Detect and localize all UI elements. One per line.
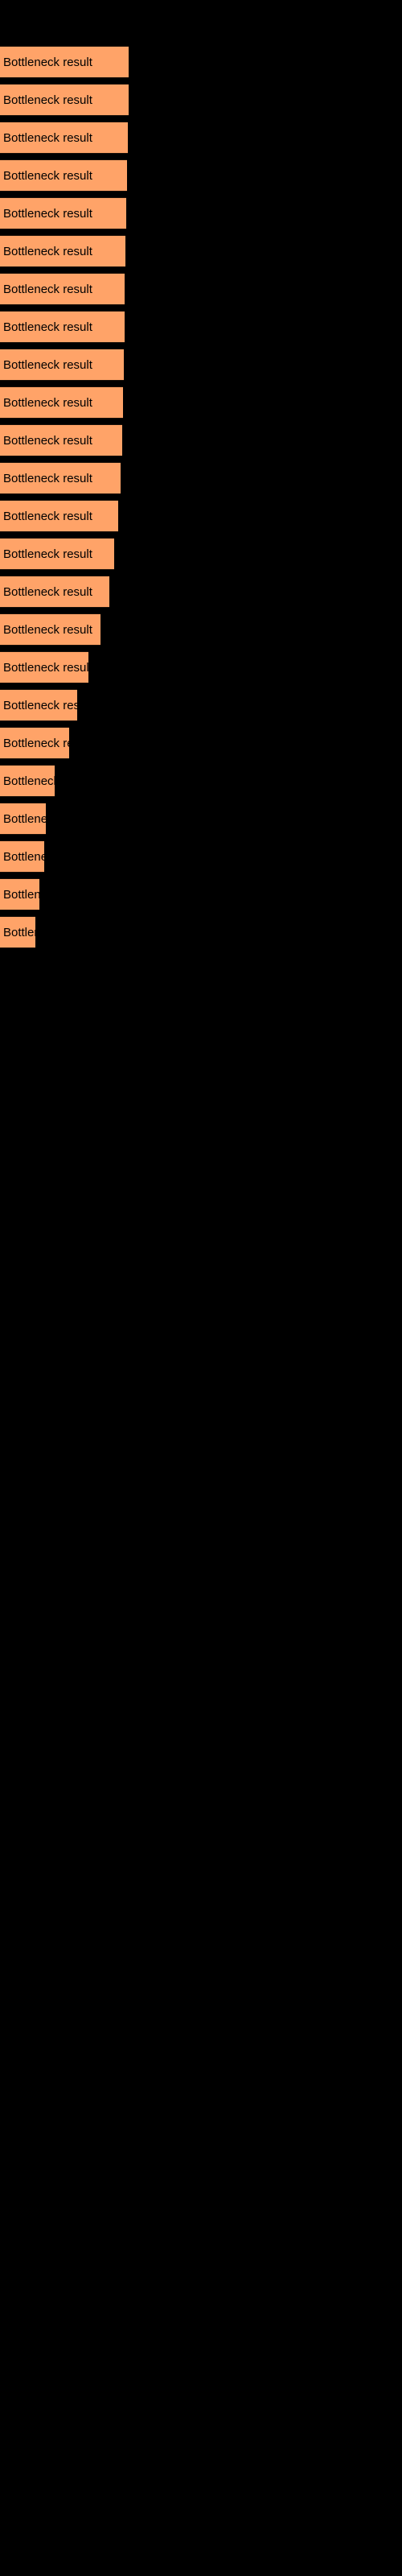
bar[interactable]: Bottleneck result xyxy=(0,538,114,570)
bar-label: Bottleneck result xyxy=(3,358,92,372)
bar[interactable]: Bottleneck result xyxy=(0,613,100,646)
bar[interactable]: Bottleneck result xyxy=(0,46,129,78)
bar-label: Bottleneck result xyxy=(3,661,88,675)
bar-label: Bottleneck result xyxy=(3,131,92,145)
bar-label: Bottleneck result xyxy=(3,434,92,448)
bar-label: Bottleneck result xyxy=(3,207,92,221)
bar-label: Bottleneck result xyxy=(3,93,92,107)
bar[interactable]: Bottleneck result xyxy=(0,349,124,381)
bar-label: Bottleneck result xyxy=(3,888,39,902)
bar[interactable]: Bottleneck result xyxy=(0,386,123,419)
bar-label: Bottleneck result xyxy=(3,510,92,523)
bar-label: Bottleneck result xyxy=(3,623,92,637)
bar[interactable]: Bottleneck result xyxy=(0,651,88,683)
bar[interactable]: Bottleneck result xyxy=(0,197,126,229)
bar-label: Bottleneck result xyxy=(3,926,35,939)
bar-label: Bottleneck result xyxy=(3,320,92,334)
bar-label: Bottleneck result xyxy=(3,737,69,750)
bar-label: Bottleneck result xyxy=(3,699,77,712)
bar-label: Bottleneck result xyxy=(3,585,92,599)
bar[interactable]: Bottleneck result xyxy=(0,424,122,456)
bar-label: Bottleneck result xyxy=(3,472,92,485)
bar[interactable]: Bottleneck result xyxy=(0,765,55,797)
bottleneck-bar-chart: Bottleneck result Bottleneck result Bottle… xyxy=(0,0,402,2576)
bar-label: Bottleneck result xyxy=(3,396,92,410)
bar-label: Bottleneck result xyxy=(3,774,55,788)
bar[interactable]: Bottleneck result xyxy=(0,916,35,948)
bar[interactable]: Bottleneck result xyxy=(0,803,46,835)
bar[interactable]: Bottleneck result xyxy=(0,311,125,343)
bar-label: Bottleneck result xyxy=(3,547,92,561)
bar[interactable]: Bottleneck result xyxy=(0,462,121,494)
bar-label: Bottleneck result xyxy=(3,812,46,826)
page-root: TheBottlenecker.com Bottleneck resultBot… xyxy=(0,0,402,2576)
bar-label: Bottleneck result xyxy=(3,850,44,864)
bar[interactable]: Bottleneck result xyxy=(0,84,129,116)
bar[interactable]: Bottleneck result xyxy=(0,159,127,192)
bar-label: Bottleneck result xyxy=(3,169,92,183)
bar[interactable]: Bottleneck result xyxy=(0,840,44,873)
bar[interactable]: Bottleneck result xyxy=(0,689,77,721)
bar[interactable]: Bottleneck result xyxy=(0,500,118,532)
bar-label: Bottleneck result xyxy=(3,245,92,258)
bar[interactable]: Bottleneck result xyxy=(0,273,125,305)
bar[interactable]: Bottleneck result xyxy=(0,576,109,608)
bar-label: Bottleneck result xyxy=(3,283,92,296)
bar[interactable]: Bottleneck result xyxy=(0,122,128,154)
bar[interactable]: Bottleneck result xyxy=(0,727,69,759)
bar[interactable]: Bottleneck result xyxy=(0,235,125,267)
bar-label: Bottleneck result xyxy=(3,56,92,69)
bar[interactable]: Bottleneck result xyxy=(0,878,39,910)
